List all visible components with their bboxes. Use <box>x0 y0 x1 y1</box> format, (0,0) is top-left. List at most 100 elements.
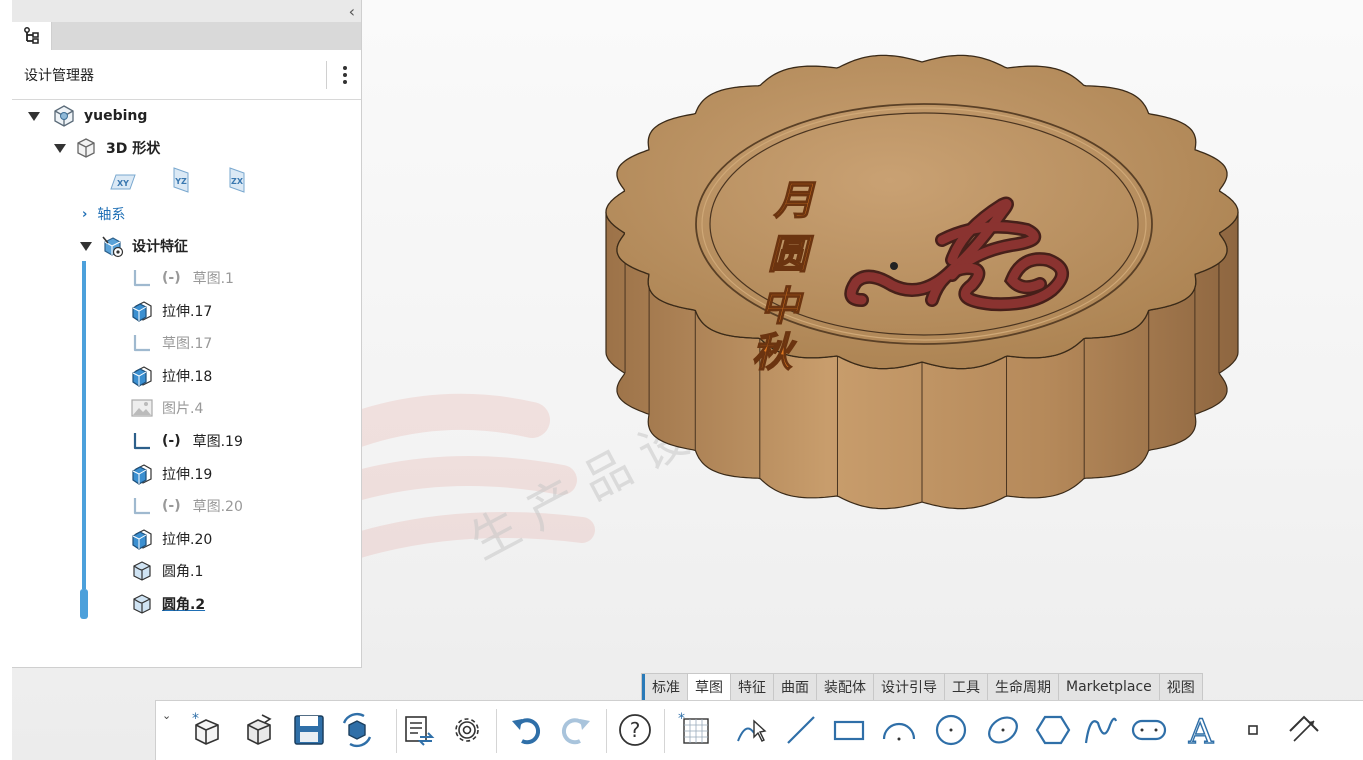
command-toolbar: ⌄ *? * A <box>155 700 1363 760</box>
plane-zx-icon: ZX <box>229 167 245 193</box>
slot-icon[interactable] <box>1128 709 1170 751</box>
toolbar-dropdown-icon[interactable]: ⌄ <box>162 709 171 722</box>
tab-3[interactable]: 曲面 <box>774 674 817 700</box>
tab-5[interactable]: 设计引导 <box>874 674 945 700</box>
suppressed-marker: (-) <box>162 498 181 515</box>
emboss-char-4: 秋 <box>752 329 797 376</box>
new-part-icon[interactable]: * <box>186 709 228 751</box>
tree-node-axes[interactable]: › 轴系 <box>82 202 125 226</box>
part-icon <box>54 105 74 127</box>
tree-node-feature[interactable]: (-) 草图.19 <box>130 429 243 453</box>
left-strip <box>0 0 12 760</box>
save-icon[interactable] <box>288 709 330 751</box>
extrude-icon <box>130 462 154 486</box>
tree-node-feature[interactable]: 草图.17 <box>130 331 212 355</box>
shape-icon <box>77 138 95 158</box>
plane-xy-icon: XY <box>110 174 136 190</box>
feature-label: 草图.20 <box>192 499 243 516</box>
tab-1[interactable]: 草图 <box>688 674 731 700</box>
tree-root[interactable]: yuebing <box>28 104 147 128</box>
tab-0[interactable]: 标准 <box>642 674 688 700</box>
feature-label: 拉伸.19 <box>162 466 213 483</box>
feature-label: 图片.4 <box>162 401 204 418</box>
toolbar-separator <box>664 709 665 753</box>
plane-xy[interactable]: XY <box>110 170 136 194</box>
dimension-icon[interactable] <box>1282 709 1324 751</box>
polygon-icon[interactable] <box>1032 709 1074 751</box>
feature-label: 拉伸.18 <box>162 368 213 385</box>
tree-node-feature[interactable]: 圆角.2 <box>130 592 205 616</box>
tab-7[interactable]: 生命周期 <box>988 674 1059 700</box>
emboss-char-1: 月 <box>773 177 816 224</box>
help-icon[interactable]: ? <box>614 709 656 751</box>
collapse-row: ‹ <box>12 0 361 22</box>
undo-icon[interactable] <box>506 709 548 751</box>
mooncake-model: 月 圆 中 秋 <box>605 54 1239 510</box>
ellipse-icon[interactable] <box>982 709 1024 751</box>
tree-node-feature[interactable]: 拉伸.17 <box>130 299 212 323</box>
more-options-icon[interactable] <box>343 66 347 84</box>
tab-8[interactable]: Marketplace <box>1059 674 1160 700</box>
features-label: 设计特征 <box>132 239 188 255</box>
sketch-grid-icon[interactable]: * <box>674 709 716 751</box>
shape-label: 3D 形状 <box>106 141 161 157</box>
open-icon[interactable] <box>238 709 280 751</box>
header-divider <box>326 61 327 89</box>
spline-icon[interactable] <box>1080 709 1122 751</box>
properties-icon[interactable] <box>398 709 440 751</box>
line-icon[interactable] <box>780 709 822 751</box>
tree-node-feature[interactable]: 圆角.1 <box>130 559 203 583</box>
tab-4[interactable]: 装配体 <box>817 674 874 700</box>
plane-zx[interactable]: ZX <box>226 167 248 193</box>
settings-icon[interactable] <box>446 709 488 751</box>
expand-features-icon[interactable] <box>80 241 92 251</box>
feature-tree: yuebing 3D 形状 XY YZ ZX › 轴系 设计特征 (-) 草图.… <box>12 100 362 620</box>
rollback-handle[interactable] <box>80 589 88 619</box>
sketch-icon <box>130 429 154 453</box>
sketch-icon <box>130 266 154 290</box>
tab-6[interactable]: 工具 <box>945 674 988 700</box>
tree-node-feature[interactable]: 图片.4 <box>130 396 203 420</box>
expand-shape-icon[interactable] <box>54 143 66 153</box>
tab-2[interactable]: 特征 <box>731 674 774 700</box>
feature-label: 草图.17 <box>162 336 213 353</box>
regenerate-icon[interactable] <box>336 709 378 751</box>
tree-node-feature[interactable]: 拉伸.20 <box>130 527 212 551</box>
tree-node-feature[interactable]: (-) 草图.20 <box>130 494 243 518</box>
tree-node-3d-shape[interactable]: 3D 形状 <box>54 136 160 160</box>
svg-text:A: A <box>1188 712 1214 749</box>
tab-design-tree[interactable] <box>12 22 52 50</box>
tree-node-feature[interactable]: 拉伸.18 <box>130 364 212 388</box>
smart-sketch-icon[interactable] <box>732 709 774 751</box>
3d-viewport[interactable]: 生 产 品 设 计 研 究 月 圆 中 秋 <box>362 0 1363 672</box>
text-icon[interactable]: A <box>1180 709 1222 751</box>
sketch-icon <box>130 494 154 518</box>
svg-text:YZ: YZ <box>174 177 187 186</box>
tab-9[interactable]: 视图 <box>1160 674 1202 700</box>
emboss-char-2: 圆 <box>768 231 814 278</box>
svg-text:*: * <box>678 711 685 727</box>
point-icon[interactable] <box>1232 709 1274 751</box>
expand-root-icon[interactable] <box>28 111 40 121</box>
chevron-right-icon[interactable]: › <box>82 207 87 222</box>
fillet-icon <box>130 559 154 583</box>
collapse-panel-button[interactable]: ‹ <box>349 2 355 21</box>
redo-icon[interactable] <box>554 709 596 751</box>
arc-icon[interactable] <box>878 709 920 751</box>
image-icon <box>130 396 154 420</box>
axes-label: 轴系 <box>97 207 126 223</box>
panel-title: 设计管理器 <box>24 67 94 84</box>
plane-yz[interactable]: YZ <box>170 167 192 193</box>
circle-icon[interactable] <box>930 709 972 751</box>
extrude-icon <box>130 364 154 388</box>
sketch-icon <box>130 331 154 355</box>
rectangle-icon[interactable] <box>828 709 870 751</box>
tree-node-feature[interactable]: 拉伸.19 <box>130 462 212 486</box>
suppressed-marker: (-) <box>162 433 181 449</box>
svg-text:XY: XY <box>117 179 129 188</box>
tree-node-features[interactable]: 设计特征 <box>80 234 188 258</box>
feature-label: 圆角.1 <box>162 564 204 581</box>
tree-node-feature[interactable]: (-) 草图.1 <box>130 266 234 290</box>
svg-text:ZX: ZX <box>231 177 244 186</box>
root-label: yuebing <box>84 108 148 124</box>
